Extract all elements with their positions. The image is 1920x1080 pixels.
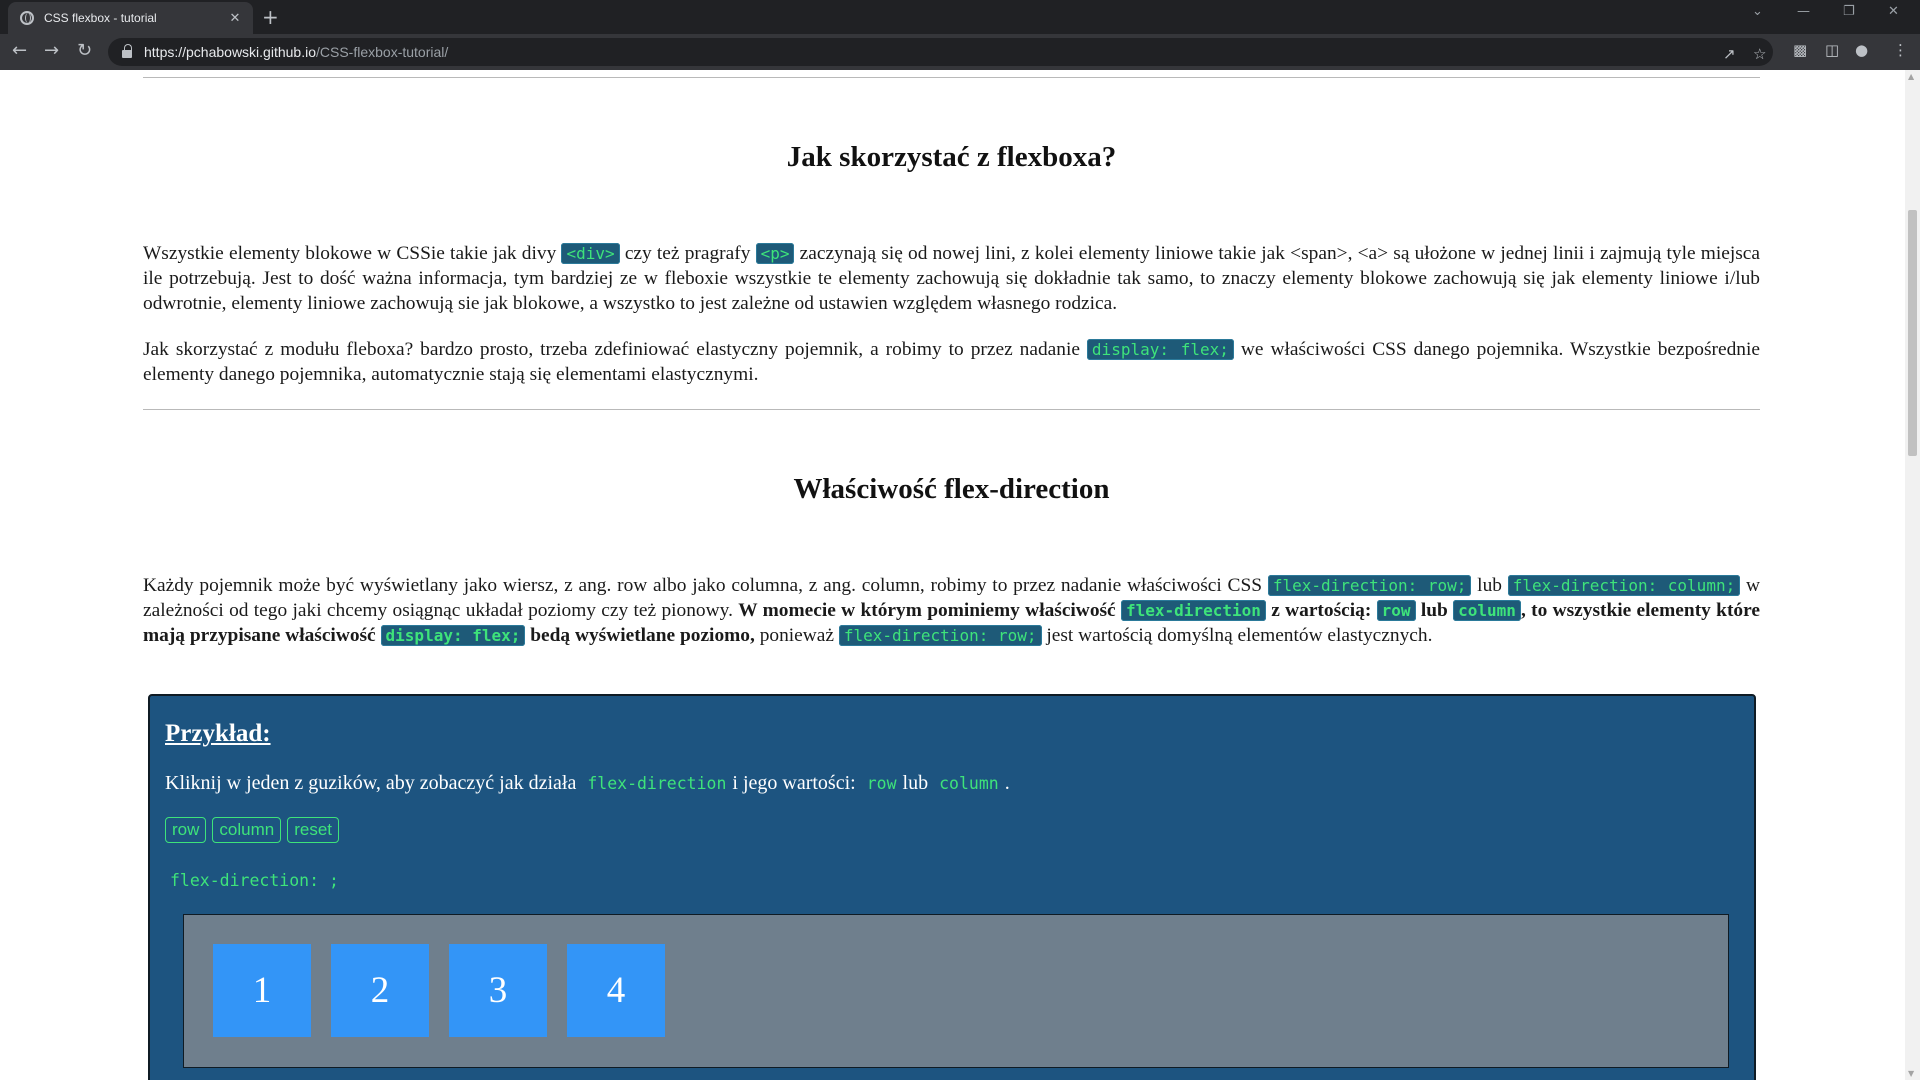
share-icon[interactable]: ↗ bbox=[1723, 45, 1736, 63]
divider bbox=[143, 409, 1760, 410]
minimize-icon[interactable]: — bbox=[1797, 4, 1810, 19]
example-box: Przykład: Kliknij w jeden z guzików, aby… bbox=[148, 694, 1756, 1080]
browser-toolbar: ← → ↻ https://pchabowski.github.io/CSS-f… bbox=[0, 34, 1920, 70]
new-tab-button[interactable]: + bbox=[262, 5, 279, 29]
browser-tab[interactable]: CSS flexbox - tutorial ✕ bbox=[8, 2, 253, 34]
css-output: flex-direction: ; bbox=[170, 871, 339, 890]
globe-icon bbox=[20, 11, 34, 25]
lock-icon[interactable] bbox=[122, 43, 132, 58]
close-window-icon[interactable]: ✕ bbox=[1888, 4, 1899, 19]
forward-icon[interactable]: → bbox=[44, 41, 59, 61]
code-column: column bbox=[1453, 600, 1521, 621]
example-description: Kliknij w jeden z guzików, aby zobaczyć … bbox=[165, 772, 1010, 794]
code-p: <p> bbox=[755, 243, 795, 264]
menu-icon[interactable]: ⋮ bbox=[1893, 41, 1908, 59]
column-button[interactable]: column bbox=[212, 817, 282, 843]
code-flex-direction-column: flex-direction: column; bbox=[1507, 575, 1741, 596]
flex-items: 1 2 3 4 bbox=[213, 944, 665, 1037]
restore-icon[interactable]: ❐ bbox=[1843, 4, 1855, 19]
code-div: <div> bbox=[561, 243, 620, 264]
page-viewport: Jak skorzystać z flexboxa? Wszystkie ele… bbox=[0, 70, 1905, 1080]
flex-item: 1 bbox=[213, 944, 311, 1037]
paragraph-flex-container: Jak skorzystać z modułu fleboxa? bardzo … bbox=[143, 339, 1760, 385]
star-icon[interactable]: ☆ bbox=[1753, 45, 1766, 63]
example-title: Przykład: bbox=[165, 720, 271, 747]
flex-item: 4 bbox=[567, 944, 665, 1037]
code-display-flex: display: flex; bbox=[380, 625, 526, 646]
paragraph-block-elements: Wszystkie elementy blokowe w CSSie takie… bbox=[143, 243, 1760, 314]
flex-item: 2 bbox=[331, 944, 429, 1037]
flex-item: 3 bbox=[449, 944, 547, 1037]
code-flex-direction-row: flex-direction: row; bbox=[1267, 575, 1472, 596]
tab-title: CSS flexbox - tutorial bbox=[44, 11, 157, 25]
vertical-scrollbar[interactable]: ▲ ▼ bbox=[1905, 70, 1920, 1080]
close-tab-icon[interactable]: ✕ bbox=[227, 11, 243, 26]
row-button[interactable]: row bbox=[165, 817, 207, 843]
reset-button[interactable]: reset bbox=[287, 817, 340, 843]
browser-tab-bar: CSS flexbox - tutorial ✕ + ⌄ — ❐ ✕ bbox=[0, 0, 1920, 34]
example-button-row: row column reset bbox=[165, 817, 340, 843]
flex-container-demo: 1 2 3 4 bbox=[183, 914, 1729, 1068]
tab-search-icon[interactable]: ⌄ bbox=[1752, 4, 1763, 19]
profile-icon[interactable]: ● bbox=[1855, 41, 1868, 59]
sidebar-icon[interactable]: ◫ bbox=[1825, 41, 1839, 59]
reload-icon[interactable]: ↻ bbox=[77, 41, 92, 61]
extensions-icon[interactable]: ▩ bbox=[1793, 41, 1807, 59]
code-flex-direction: flex-direction bbox=[1121, 600, 1266, 621]
back-icon[interactable]: ← bbox=[12, 41, 27, 61]
scroll-thumb[interactable] bbox=[1908, 210, 1917, 456]
scroll-down-icon[interactable]: ▼ bbox=[1908, 1069, 1914, 1078]
address-bar[interactable]: https://pchabowski.github.io/CSS-flexbox… bbox=[108, 38, 1773, 66]
section-heading: Właściwość flex-direction bbox=[793, 473, 1110, 505]
url-text[interactable]: https://pchabowski.github.io/CSS-flexbox… bbox=[144, 44, 448, 60]
scroll-up-icon[interactable]: ▲ bbox=[1908, 72, 1914, 81]
code-display-flex: display: flex; bbox=[1086, 339, 1234, 360]
divider bbox=[143, 77, 1760, 78]
code-flex-direction-row: flex-direction: row; bbox=[838, 625, 1042, 646]
section-heading: Jak skorzystać z flexboxa? bbox=[786, 141, 1117, 173]
code-row: row bbox=[1376, 600, 1416, 621]
paragraph-flex-direction: Każdy pojemnik może być wyświetlany jako… bbox=[143, 575, 1760, 646]
